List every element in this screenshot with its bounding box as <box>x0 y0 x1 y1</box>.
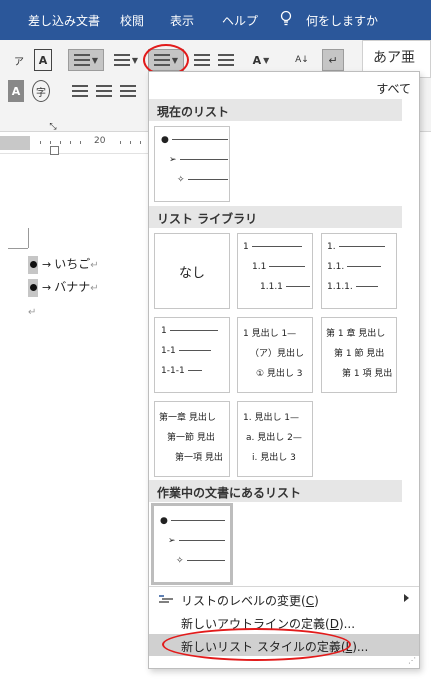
list-thumb-current[interactable]: ● ➢ ✧ <box>154 126 230 202</box>
show-formatting-marks-icon[interactable]: ↵ <box>322 49 344 71</box>
indent-marker[interactable] <box>50 146 59 155</box>
align-center-icon[interactable] <box>94 80 114 102</box>
list-thumb-numeric[interactable]: 1 1.1 1.1.1 <box>237 233 313 309</box>
bullet-icon <box>28 278 38 297</box>
lightbulb-icon <box>280 10 292 26</box>
highlight-circle-define-style <box>162 628 351 661</box>
list-item[interactable]: → いちご↵ <box>28 255 99 274</box>
character-shading-icon[interactable]: A <box>8 80 24 102</box>
multilevel-list-dropdown: すべて 現在のリスト ● ➢ ✧ リスト ライブラリ なし 1 1.1 1.1.… <box>148 71 420 669</box>
tab-view[interactable]: 表示 <box>170 12 194 29</box>
align-right-icon[interactable] <box>118 80 138 102</box>
tab-help[interactable]: ヘルプ <box>222 12 258 29</box>
paragraph-mark: ↵ <box>28 307 37 318</box>
resize-grip-icon[interactable]: ⋰ <box>408 656 416 665</box>
list-thumb-none[interactable]: なし <box>154 233 230 309</box>
tab-mailings[interactable]: 差し込み文書 <box>28 12 100 29</box>
sort-icon[interactable]: A↓ <box>292 49 312 71</box>
numbering-icon <box>113 54 130 66</box>
numbering-button[interactable]: ▼ <box>110 49 142 71</box>
list-thumb-in-document[interactable]: ● ➢ ✧ <box>151 503 233 585</box>
phonetic-guide-icon[interactable]: ア <box>6 49 32 71</box>
decrease-indent-icon[interactable] <box>192 49 212 71</box>
list-thumb-chapter-numeric[interactable]: 第 1 章 見出し 第 1 節 見出 第 1 項 見出 <box>321 317 397 393</box>
list-thumb-heading[interactable]: 1 見出し 1— （ア）見出し ① 見出し 3 <box>237 317 313 393</box>
list-thumb-heading-alpha[interactable]: 1. 見出し 1— a. 見出し 2— i. 見出し 3 <box>237 401 313 477</box>
list-thumb-chapter-kanji[interactable]: 第一章 見出し 第一節 見出 第一項 見出 <box>154 401 230 477</box>
chevron-down-icon[interactable]: ▼ <box>92 56 98 65</box>
submenu-arrow-icon <box>404 594 409 602</box>
enclose-characters-icon[interactable]: 字 <box>32 80 50 102</box>
list-thumb-numeric-dot[interactable]: 1. 1.1. 1.1.1. <box>321 233 397 309</box>
list-item[interactable]: → バナナ↵ <box>28 278 99 297</box>
bullets-icon <box>73 54 90 66</box>
character-border-icon[interactable]: A <box>34 49 52 71</box>
list-thumb-hyphen[interactable]: 1 1-1 1-1-1 <box>154 317 230 393</box>
menu-item-change-list-level[interactable]: リストのレベルの変更(C) <box>149 588 419 610</box>
tab-review[interactable]: 校閲 <box>120 12 144 29</box>
ruler-margin <box>0 136 30 150</box>
filter-all[interactable]: すべて <box>376 80 411 97</box>
ruler-number: 20 <box>94 136 106 146</box>
chevron-down-icon[interactable]: ▼ <box>132 56 138 65</box>
increase-indent-icon[interactable] <box>216 49 236 71</box>
section-list-library: リスト ライブラリ <box>149 206 402 228</box>
align-left-icon[interactable] <box>70 80 90 102</box>
section-lists-in-document: 作業中の文書にあるリスト <box>149 480 402 502</box>
ribbon-tab-bar: 差し込み文書 校閲 表示 ヘルプ 何をしますか <box>0 0 431 40</box>
bullet-icon <box>28 255 38 274</box>
section-current-list: 現在のリスト <box>149 99 402 121</box>
list-level-icon <box>159 595 173 603</box>
bullets-button[interactable]: ▼ <box>68 49 104 71</box>
tell-me-search[interactable]: 何をしますか <box>306 12 378 29</box>
document-canvas[interactable] <box>0 155 150 687</box>
margin-mark <box>28 228 29 248</box>
menu-separator <box>149 586 419 587</box>
margin-mark <box>8 248 28 249</box>
asian-layout-button[interactable]: A ▼ <box>246 49 276 71</box>
